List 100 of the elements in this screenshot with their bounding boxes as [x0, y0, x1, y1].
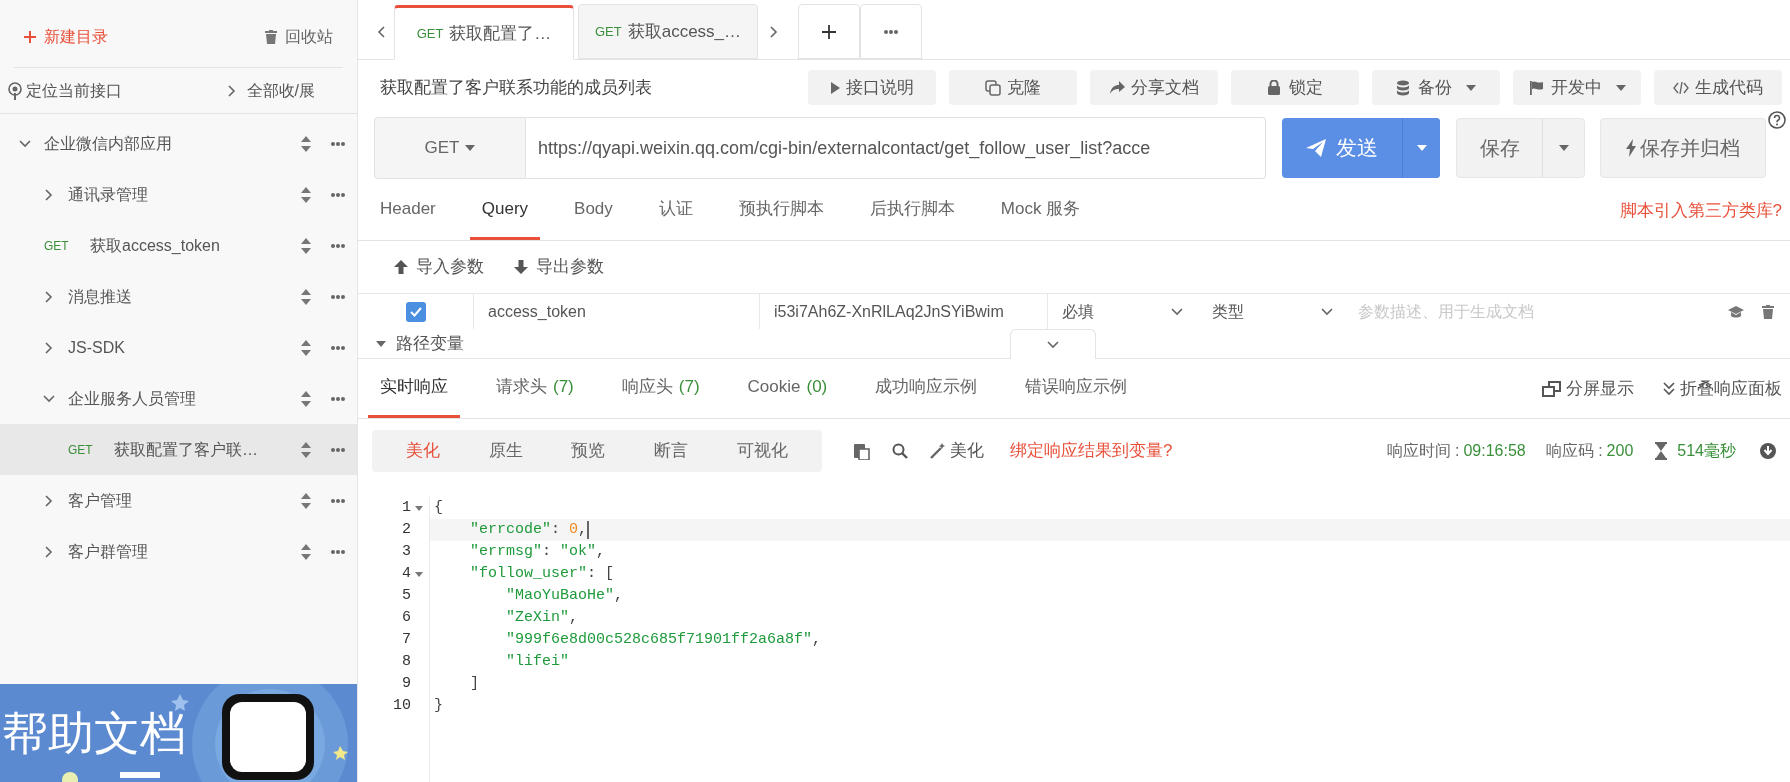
request-section-tab[interactable]: 后执行脚本 [857, 181, 967, 240]
line-number: 4 [402, 563, 411, 584]
sort-icon [301, 390, 311, 407]
request-tab[interactable]: GET 获取配置了… [394, 5, 574, 60]
split-view-button[interactable]: 分屏显示 [1542, 375, 1634, 402]
request-section-tab[interactable]: Mock 服务 [988, 181, 1093, 240]
toggle-all-button[interactable]: 全部收/展 [224, 78, 315, 103]
line-number: 1 [402, 497, 411, 518]
action-button[interactable]: 克隆 [949, 70, 1077, 105]
flag-icon [1528, 79, 1545, 96]
response-tab[interactable]: 错误响应示例 [1013, 359, 1140, 418]
code-line: "lifei" [505, 651, 571, 672]
type-select[interactable]: 类型 [1198, 294, 1348, 329]
action-button[interactable]: 分享文档 [1090, 70, 1218, 105]
action-button[interactable]: 开发中 [1513, 70, 1641, 105]
fold-caret-icon[interactable] [415, 571, 423, 577]
action-button[interactable]: 接口说明 [808, 70, 936, 105]
more-icon [331, 447, 345, 452]
line-number: 2 [402, 519, 411, 540]
magic-wand-icon [930, 443, 946, 459]
more-icon [331, 549, 345, 554]
trash-icon [1762, 304, 1774, 319]
windows-icon [1542, 380, 1562, 397]
request-tab[interactable]: GET 获取access_… [578, 4, 758, 59]
code-line: "MaoYuBaoHe", [505, 585, 625, 606]
view-mode-tab[interactable]: 可视化 [736, 438, 788, 464]
save-and-archive-button[interactable]: 保存并归档 [1600, 118, 1766, 178]
send-options-button[interactable] [1402, 118, 1440, 178]
more-tabs-button[interactable] [860, 4, 922, 59]
url-field[interactable]: https://qyapi.weixin.qq.com/cgi-bin/externalcontact/get_follow_user_list?acce [526, 117, 1266, 179]
sort-icon [301, 339, 311, 356]
new-folder-button[interactable]: 新建目录 [24, 24, 108, 49]
copy-button[interactable] [854, 442, 870, 460]
double-chevron-icon [1662, 381, 1676, 396]
trash-icon [265, 29, 277, 44]
code-line: "follow_user": [ [469, 563, 616, 584]
import-params-button[interactable]: 导入参数 [394, 254, 484, 280]
database-icon [1396, 79, 1412, 96]
export-params-button[interactable]: 导出参数 [514, 254, 604, 280]
method-label: GET [44, 237, 70, 255]
code-icon [1673, 79, 1689, 96]
checkbox[interactable] [405, 301, 426, 322]
more-icon [331, 294, 345, 299]
action-button[interactable]: 备份 [1372, 70, 1500, 105]
code-line: "ZeXin", [505, 607, 580, 628]
sort-icon [301, 543, 311, 560]
method-label: GET [68, 441, 94, 459]
response-tab[interactable]: 成功响应示例 [863, 359, 990, 418]
more-icon [331, 345, 345, 350]
view-mode-tab[interactable]: 预览 [571, 438, 606, 464]
script-library-link[interactable]: 脚本引入第三方类库? [1619, 197, 1782, 224]
locate-current-button[interactable]: 定位当前接口 [8, 78, 122, 103]
response-tab[interactable]: 实时响应 [368, 359, 460, 418]
arrow-up-icon [394, 260, 408, 274]
response-tab[interactable]: 响应头 (7) [609, 359, 712, 418]
sort-icon [301, 186, 311, 203]
graduation-cap-icon [1728, 305, 1744, 318]
download-button[interactable] [1760, 443, 1776, 459]
view-mode-tab[interactable]: 原生 [488, 438, 523, 464]
line-number: 3 [402, 541, 411, 562]
request-section-tab[interactable]: 预执行脚本 [726, 181, 836, 240]
beautify-button[interactable]: 美化 [930, 438, 984, 464]
path-variables-toggle[interactable]: 路径变量 [376, 330, 464, 357]
fold-caret-icon[interactable] [415, 505, 423, 511]
method-select[interactable]: GET [374, 117, 526, 179]
code-line: { [433, 497, 444, 518]
more-icon [331, 396, 345, 401]
add-tab-button[interactable] [798, 4, 860, 59]
required-select[interactable]: 必填 [1048, 294, 1198, 329]
request-section-tab[interactable]: 认证 [646, 181, 705, 240]
location-pin-icon [8, 81, 22, 100]
code-line: "999f6e8d00c528c685f71901ff2a6a8f", [505, 629, 823, 650]
trash-button[interactable]: 回收站 [265, 24, 333, 49]
sort-icon [301, 135, 311, 152]
response-tab[interactable]: Cookie (0) [735, 359, 840, 418]
bind-variable-link[interactable]: 绑定响应结果到变量? [1010, 438, 1173, 464]
search-button[interactable] [892, 443, 908, 459]
clipboard-icon [854, 442, 870, 460]
tree-item[interactable]: GET 获取配置了客户联… [0, 424, 357, 475]
action-button[interactable]: 锁定 [1231, 70, 1359, 105]
request-section-tab[interactable]: Header [368, 181, 448, 240]
line-number: 8 [402, 651, 411, 672]
response-tab[interactable]: 请求头 (7) [484, 359, 586, 418]
response-time-value: 09:16:58 [1463, 441, 1526, 461]
more-icon [884, 29, 898, 34]
request-section-tab[interactable]: Query [469, 181, 541, 240]
request-section-tab[interactable]: Body [562, 181, 625, 240]
caret-icon [1558, 145, 1569, 151]
collapse-handle[interactable] [1010, 329, 1096, 359]
sort-icon [301, 441, 311, 458]
more-icon [331, 141, 345, 146]
lightning-icon [1626, 139, 1636, 157]
response-duration: 514毫秒 [1677, 441, 1736, 461]
collapse-panel-button[interactable]: 折叠响应面板 [1662, 375, 1782, 402]
caret-icon [1615, 84, 1626, 91]
view-mode-tab[interactable]: 断言 [654, 438, 689, 464]
code-line: ] [469, 673, 480, 694]
action-button[interactable]: 生成代码 [1654, 70, 1782, 105]
hourglass-icon [1655, 442, 1668, 460]
more-icon [331, 243, 345, 248]
